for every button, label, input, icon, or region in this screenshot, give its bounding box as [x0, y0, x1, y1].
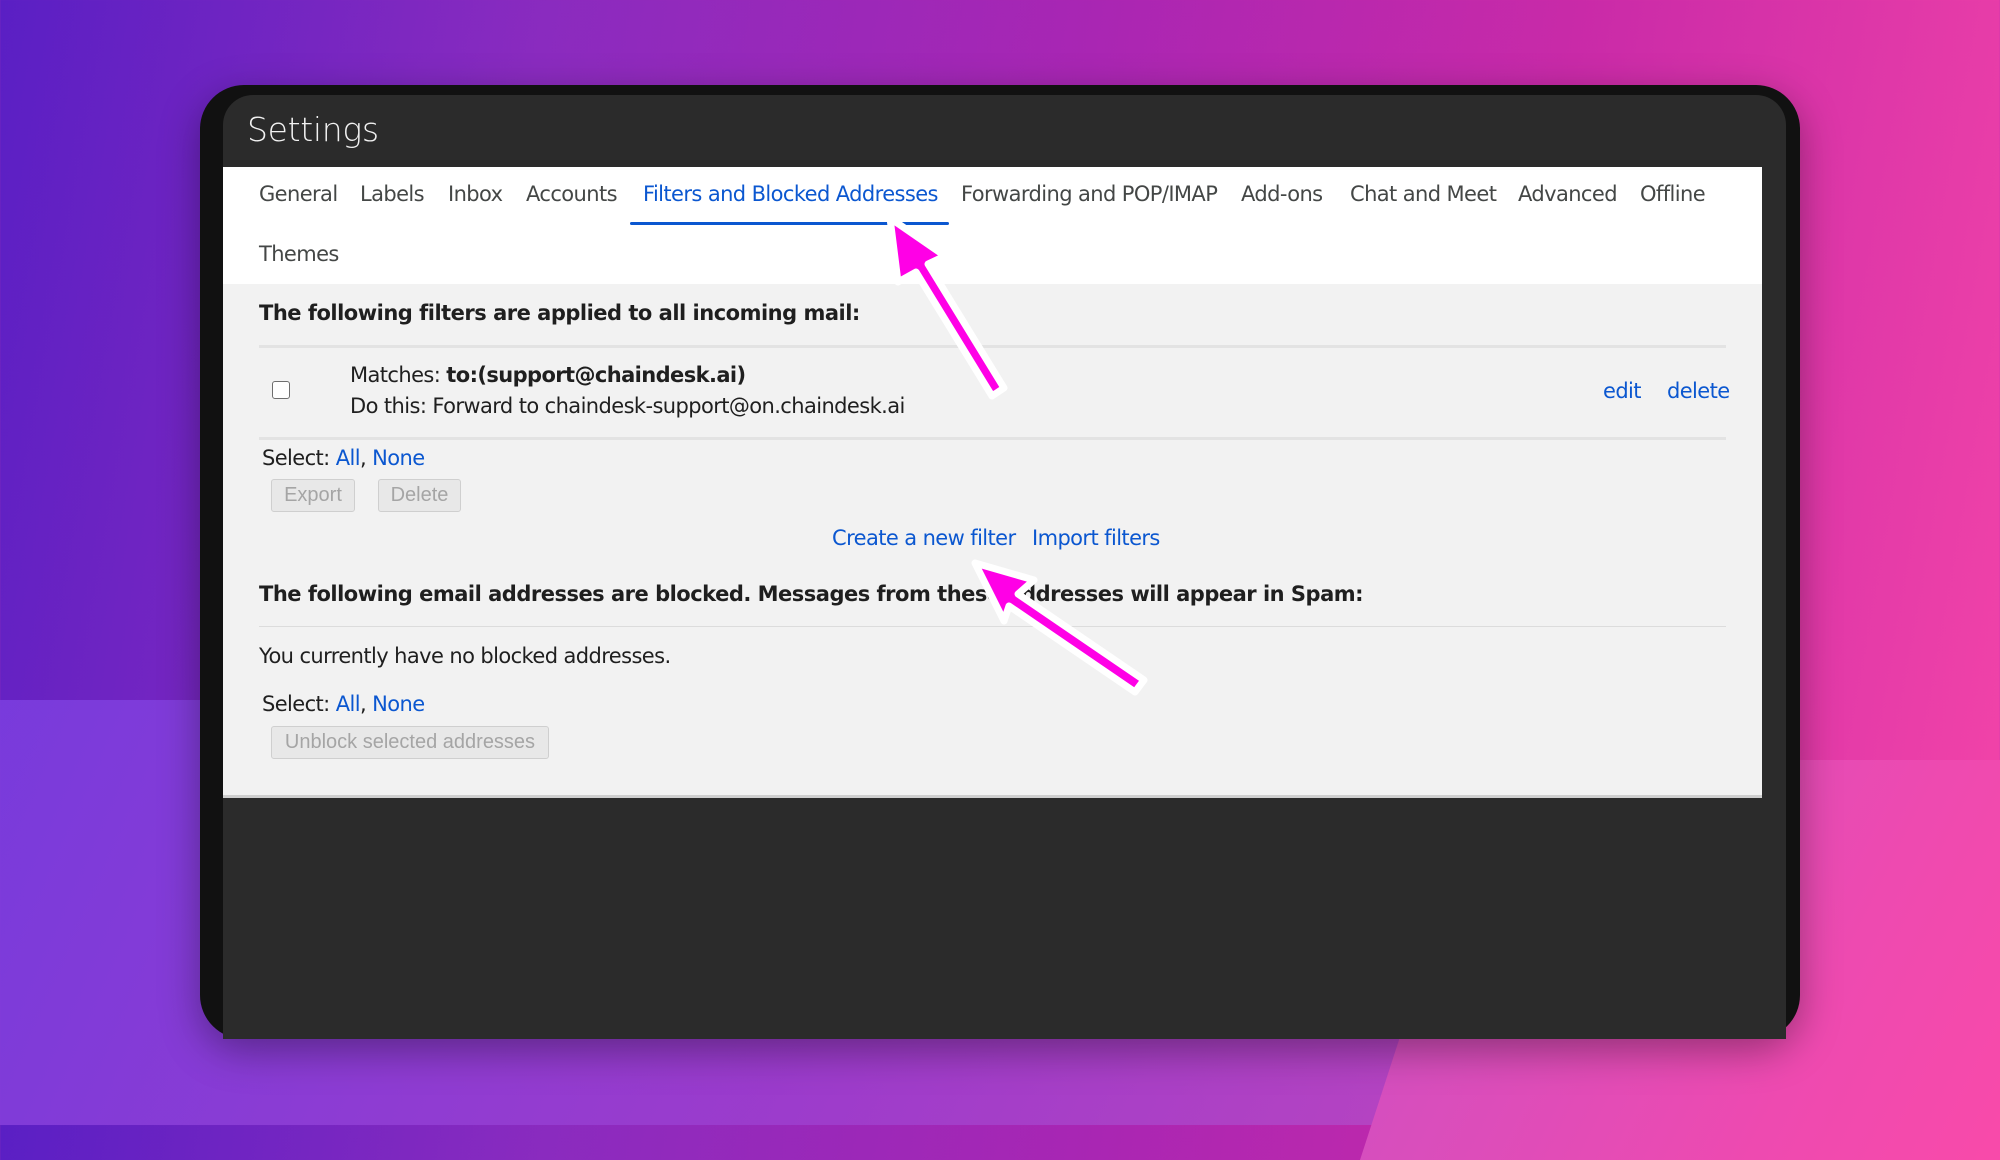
tab-forwarding-and-pop-imap[interactable]: Forwarding and POP/IMAP: [961, 182, 1218, 206]
blocked-select-row: Select: All, None: [262, 692, 425, 716]
filter-action: Do this: Forward to chaindesk-support@on…: [350, 394, 905, 418]
blocked-heading: The following email addresses are blocke…: [259, 582, 1364, 606]
create-new-filter-link[interactable]: Create a new filter: [832, 526, 1016, 550]
tab-labels[interactable]: Labels: [360, 182, 425, 206]
select-all-link[interactable]: All: [336, 692, 361, 716]
tab-themes[interactable]: Themes: [259, 242, 339, 266]
page-title: Settings: [247, 110, 379, 149]
select-label: Select:: [262, 692, 336, 716]
select-none-link[interactable]: None: [372, 446, 425, 470]
tab-accounts[interactable]: Accounts: [526, 182, 618, 206]
tab-inbox[interactable]: Inbox: [448, 182, 503, 206]
filters-heading: The following filters are applied to all…: [259, 301, 860, 325]
active-tab-indicator: [630, 222, 949, 225]
blocked-empty-text: You currently have no blocked addresses.: [259, 644, 671, 668]
tab-offline[interactable]: Offline: [1640, 182, 1706, 206]
tab-filters-and-blocked-addresses[interactable]: Filters and Blocked Addresses: [643, 182, 938, 206]
tab-chat-and-meet[interactable]: Chat and Meet: [1350, 182, 1497, 206]
filter-matches: Matches: to:(support@chaindesk.ai): [350, 363, 746, 387]
filters-select-row: Select: All, None: [262, 446, 425, 470]
select-label: Select:: [262, 446, 336, 470]
select-all-link[interactable]: All: [336, 446, 361, 470]
tab-advanced[interactable]: Advanced: [1518, 182, 1618, 206]
tab-general[interactable]: General: [259, 182, 338, 206]
select-none-link[interactable]: None: [372, 692, 425, 716]
edit-filter-link[interactable]: edit: [1603, 379, 1642, 403]
divider: [259, 626, 1726, 627]
export-button[interactable]: Export: [271, 479, 355, 512]
select-separator: ,: [360, 692, 367, 716]
unblock-selected-button[interactable]: Unblock selected addresses: [271, 726, 549, 759]
divider: [259, 437, 1726, 440]
tab-add-ons[interactable]: Add-ons: [1241, 182, 1323, 206]
select-separator: ,: [360, 446, 367, 470]
import-filters-link[interactable]: Import filters: [1032, 526, 1160, 550]
matches-label: Matches:: [350, 363, 447, 387]
delete-button[interactable]: Delete: [378, 479, 461, 512]
filter-checkbox[interactable]: [272, 381, 290, 399]
delete-filter-link[interactable]: delete: [1667, 379, 1730, 403]
divider: [259, 345, 1726, 348]
matches-value: to:(support@chaindesk.ai): [446, 363, 746, 387]
